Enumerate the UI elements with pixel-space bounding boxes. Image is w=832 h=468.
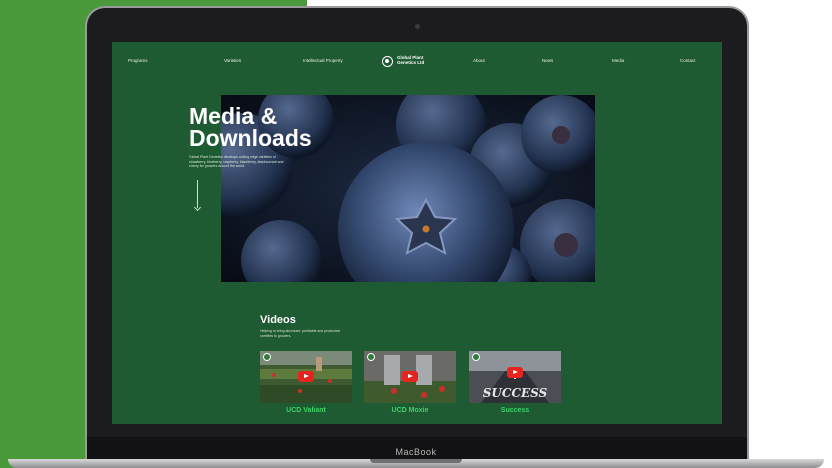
channel-avatar: [367, 353, 375, 361]
channel-avatar: [472, 353, 480, 361]
laptop-screen: Programs Varieties Intellectual Property…: [112, 42, 722, 424]
video-title[interactable]: Success: [469, 407, 561, 414]
video-thumbnail[interactable]: [260, 351, 352, 403]
page-title: Media & Downloads: [189, 103, 312, 151]
video-thumbnail[interactable]: [364, 351, 456, 403]
nav-item-varieties[interactable]: Varieties: [224, 58, 241, 63]
nav-item-news[interactable]: News: [542, 58, 553, 63]
logo-name: Global Plant Genetics Ltd: [397, 55, 425, 65]
videos-heading: Videos: [260, 314, 296, 326]
top-navigation: Programs Varieties Intellectual Property…: [112, 50, 722, 72]
nav-item-programs[interactable]: Programs: [128, 58, 148, 63]
nav-item-contact[interactable]: Contact: [680, 58, 696, 63]
play-button-icon[interactable]: [507, 367, 523, 378]
device-label: MacBook: [395, 447, 437, 457]
page-title-line-2: Downloads: [189, 125, 312, 151]
videos-description: Helping to bring abundant, profitable an…: [260, 329, 341, 338]
success-overlay-text: SUCCESS: [483, 386, 548, 400]
video-title[interactable]: UCD Moxie: [364, 407, 456, 414]
scroll-down-arrow-icon[interactable]: [197, 180, 198, 208]
video-thumbnail[interactable]: SUCCESS: [469, 351, 561, 403]
play-button-icon[interactable]: [402, 371, 418, 382]
nav-item-about[interactable]: About: [473, 58, 485, 63]
page-title-line-1: Media &: [189, 103, 278, 129]
video-title[interactable]: UCD Valiant: [260, 407, 352, 414]
nav-item-media[interactable]: Media: [612, 58, 624, 63]
video-card-success[interactable]: SUCCESS Success: [469, 351, 561, 414]
site-logo[interactable]: Global Plant Genetics Ltd: [382, 54, 438, 70]
video-card-ucd-moxie[interactable]: UCD Moxie: [364, 351, 456, 414]
hero-description: Global Plant Genetics develops cutting e…: [189, 155, 284, 168]
camera-icon: [415, 24, 420, 29]
channel-avatar: [263, 353, 271, 361]
play-button-icon[interactable]: [298, 371, 314, 382]
logo-icon: [382, 56, 393, 67]
nav-item-intellectual-property[interactable]: Intellectual Property: [303, 58, 343, 63]
laptop-base-notch: [370, 459, 462, 463]
video-card-ucd-valiant[interactable]: UCD Valiant: [260, 351, 352, 414]
